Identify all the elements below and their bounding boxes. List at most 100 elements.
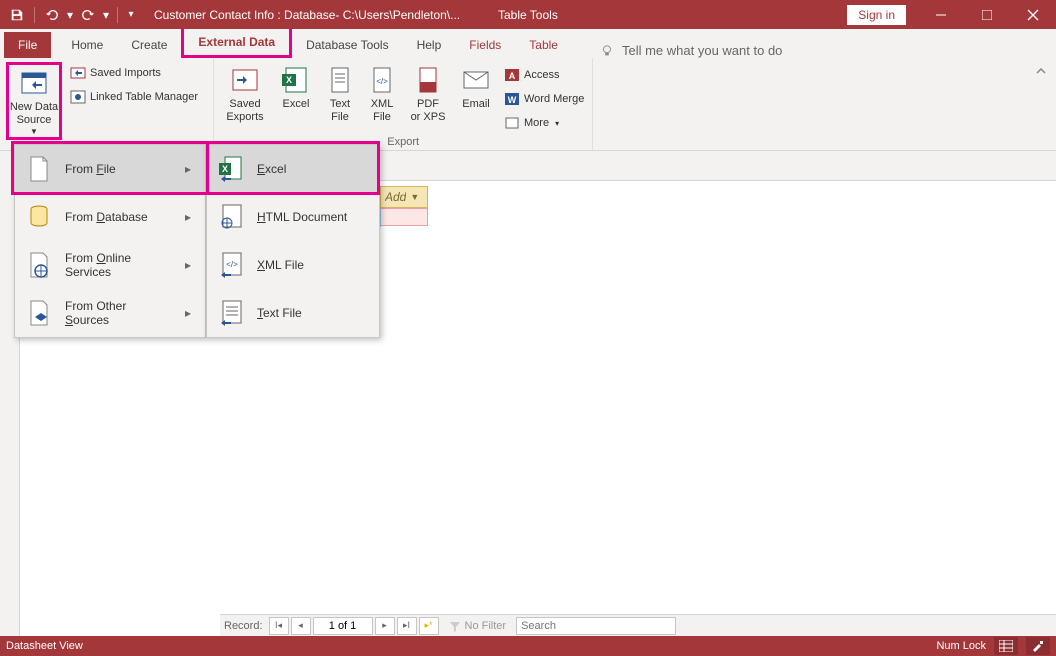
chevron-right-icon: ▸	[183, 210, 193, 224]
saved-imports-label: Saved Imports	[90, 67, 161, 79]
tell-me-placeholder: Tell me what you want to do	[622, 43, 782, 58]
submenu-html-label: HTML Document	[257, 210, 367, 224]
saved-imports-button[interactable]: Saved Imports	[68, 62, 200, 84]
svg-text:X: X	[222, 164, 228, 174]
export-text-button[interactable]: Text File	[322, 62, 358, 124]
text-import-icon	[217, 299, 245, 327]
export-pdf-button[interactable]: PDF or XPS	[406, 62, 450, 124]
dropdown-caret-icon: ▾	[555, 119, 559, 128]
database-icon	[25, 203, 53, 231]
record-search-input[interactable]	[516, 617, 676, 635]
no-filter-label: No Filter	[465, 620, 507, 632]
chevron-right-icon: ▸	[183, 162, 193, 176]
tab-table[interactable]: Table	[515, 32, 572, 58]
submenu-xml[interactable]: </> XML File	[207, 241, 379, 289]
signin-button[interactable]: Sign in	[847, 5, 906, 25]
ribbon-collapse-button[interactable]	[1032, 62, 1050, 80]
new-data-source-button[interactable]: New Data Source ▼	[6, 62, 62, 140]
menu-from-other[interactable]: From Other Sources ▸	[15, 289, 205, 337]
datasheet-view-button[interactable]	[994, 637, 1018, 655]
window-title: Customer Contact Info : Database- C:\Use…	[154, 8, 460, 22]
prev-record-button[interactable]: ◂	[291, 617, 311, 635]
tab-fields[interactable]: Fields	[455, 32, 515, 58]
chevron-right-icon: ▸	[183, 258, 193, 272]
filter-indicator[interactable]: No Filter	[449, 620, 507, 632]
saved-exports-button[interactable]: Saved Exports	[220, 62, 270, 124]
next-record-button[interactable]: ▸	[375, 617, 395, 635]
linked-table-manager-label: Linked Table Manager	[90, 91, 198, 103]
tab-help[interactable]: Help	[403, 32, 456, 58]
minimize-button[interactable]	[918, 0, 964, 29]
export-excel-button[interactable]: X Excel	[276, 62, 316, 111]
xml-import-icon: </>	[217, 251, 245, 279]
view-mode-label: Datasheet View	[6, 640, 83, 652]
export-more-label: More	[524, 117, 549, 129]
tab-file[interactable]: File	[4, 32, 51, 58]
pdf-icon	[412, 64, 444, 96]
close-button[interactable]	[1010, 0, 1056, 29]
database-import-icon	[18, 67, 50, 99]
svg-text:W: W	[508, 95, 517, 105]
export-xml-button[interactable]: </> XML File	[364, 62, 400, 124]
redo-icon[interactable]	[77, 4, 99, 26]
column-click-to-add[interactable]: Add ▼	[380, 186, 428, 208]
menu-from-file[interactable]: From File ▸	[15, 145, 205, 193]
last-record-button[interactable]: ▸I	[397, 617, 417, 635]
save-icon[interactable]	[6, 4, 28, 26]
qat-customize-icon[interactable]: ▾	[124, 4, 138, 26]
new-record-button[interactable]: ▸*	[419, 617, 439, 635]
record-label: Record:	[224, 620, 263, 632]
from-file-submenu: X Excel HTML Document </> XML File Text …	[206, 144, 380, 338]
menu-from-online-label: From Online Services	[65, 251, 171, 279]
design-view-button[interactable]	[1026, 637, 1050, 655]
email-icon	[460, 64, 492, 96]
dropdown-caret-icon: ▼	[410, 192, 419, 202]
linked-table-manager-button[interactable]: Linked Table Manager	[68, 86, 200, 108]
chevron-right-icon: ▸	[183, 306, 193, 320]
export-more-button[interactable]: More ▾	[502, 112, 586, 134]
word-icon: W	[504, 91, 520, 107]
tab-create[interactable]: Create	[117, 32, 181, 58]
online-services-icon	[25, 251, 53, 279]
lightbulb-icon	[600, 44, 614, 58]
export-access-label: Access	[524, 69, 559, 81]
menu-from-file-label: From File	[65, 162, 171, 176]
export-email-button[interactable]: Email	[456, 62, 496, 111]
undo-dropdown-icon[interactable]: ▾	[65, 4, 75, 26]
submenu-excel[interactable]: X Excel	[207, 145, 379, 193]
title-bar: ▾ ▾ ▾ Customer Contact Info : Database- …	[0, 0, 1056, 29]
record-navigator: Record: I◂ ◂ ▸ ▸I ▸* No Filter	[220, 614, 1056, 636]
menu-from-online[interactable]: From Online Services ▸	[15, 241, 205, 289]
submenu-text[interactable]: Text File	[207, 289, 379, 337]
redo-dropdown-icon[interactable]: ▾	[101, 4, 111, 26]
menu-from-other-label: From Other Sources	[65, 299, 171, 327]
tab-database-tools[interactable]: Database Tools	[292, 32, 403, 58]
export-word-merge-label: Word Merge	[524, 93, 584, 105]
tell-me-search[interactable]: Tell me what you want to do	[600, 43, 782, 58]
tab-home[interactable]: Home	[57, 32, 117, 58]
ribbon-group-export: Saved Exports X Excel Text File </> XML …	[214, 58, 593, 150]
contextual-tab-label: Table Tools	[498, 8, 558, 22]
submenu-xml-label: XML File	[257, 258, 367, 272]
submenu-html[interactable]: HTML Document	[207, 193, 379, 241]
first-record-button[interactable]: I◂	[269, 617, 289, 635]
export-access-button[interactable]: A Access	[502, 64, 586, 86]
chevron-up-icon	[1035, 65, 1047, 77]
menu-from-database[interactable]: From Database ▸	[15, 193, 205, 241]
record-position-input[interactable]	[313, 617, 373, 635]
datasheet-cell[interactable]	[380, 208, 428, 226]
svg-text:X: X	[286, 75, 292, 85]
other-sources-icon	[25, 299, 53, 327]
export-email-label: Email	[462, 98, 490, 111]
maximize-button[interactable]	[964, 0, 1010, 29]
undo-icon[interactable]	[41, 4, 63, 26]
export-pdf-label: PDF or XPS	[411, 98, 446, 124]
saved-exports-label: Saved Exports	[226, 98, 263, 124]
new-data-source-label: New Data Source	[10, 101, 58, 127]
svg-text:A: A	[509, 71, 516, 81]
export-xml-label: XML File	[371, 98, 394, 124]
more-icon	[504, 115, 520, 131]
export-excel-label: Excel	[283, 98, 310, 111]
export-word-merge-button[interactable]: W Word Merge	[502, 88, 586, 110]
tab-external-data[interactable]: External Data	[181, 26, 292, 58]
